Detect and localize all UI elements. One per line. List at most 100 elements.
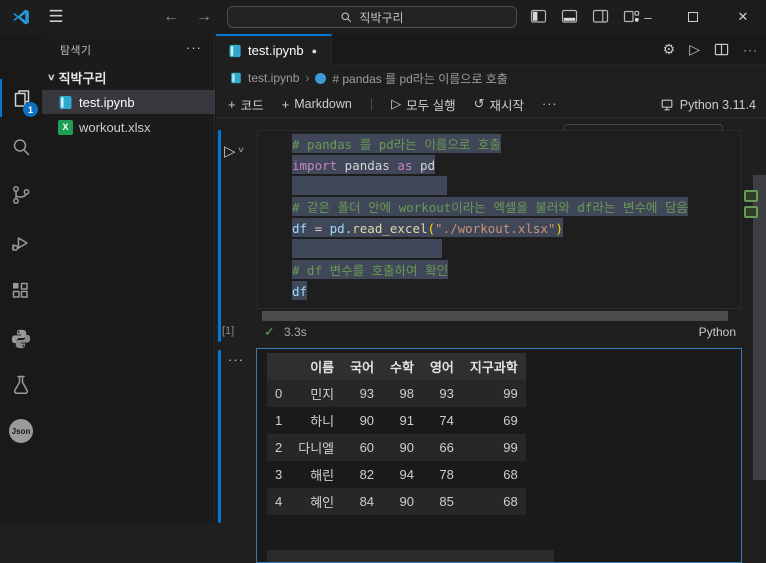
code-line[interactable]: # df 변수를 호출하여 확인 bbox=[258, 260, 740, 281]
table-row: 3해린82947868 bbox=[267, 461, 526, 488]
table-cell: 85 bbox=[422, 488, 462, 515]
source-control-icon[interactable] bbox=[0, 174, 42, 216]
table-cell: 68 bbox=[462, 488, 526, 515]
file-item-test-ipynb[interactable]: test.ipynb bbox=[42, 90, 215, 114]
file-name: workout.xlsx bbox=[79, 120, 151, 135]
code-token: as bbox=[397, 158, 412, 173]
run-editor-icon[interactable]: ▷ bbox=[689, 41, 700, 58]
table-cell: 94 bbox=[382, 461, 422, 488]
code-token: # df 변수를 호출하여 확인 bbox=[292, 263, 448, 278]
python-extension-icon[interactable] bbox=[0, 318, 42, 360]
code-token: ( bbox=[428, 221, 436, 236]
code-token: df bbox=[292, 284, 307, 299]
row-index: 4 bbox=[267, 488, 290, 515]
column-header: 국어 bbox=[342, 353, 382, 380]
menu-icon[interactable]: ☰ bbox=[45, 7, 67, 27]
run-all-button[interactable]: ▷ 모두 실행 bbox=[391, 95, 455, 114]
table-cell: 82 bbox=[342, 461, 382, 488]
table-cell: 99 bbox=[462, 434, 526, 461]
file-item-workout-xlsx[interactable]: X workout.xlsx bbox=[42, 115, 215, 139]
kernel-picker[interactable]: Python 3.11.4 bbox=[660, 91, 756, 118]
code-line[interactable]: # 같은 폴더 안에 workout이라는 엑셀을 불러와 df라는 변수에 담… bbox=[258, 197, 740, 218]
toggle-primary-sidebar-icon[interactable] bbox=[530, 8, 547, 25]
run-cell-button[interactable]: ▷ ∨ bbox=[224, 142, 243, 160]
folder-root[interactable]: ∨ 직박구리 bbox=[42, 66, 215, 89]
table-cell: 90 bbox=[382, 488, 422, 515]
code-line[interactable] bbox=[258, 239, 740, 260]
explorer-icon[interactable]: 1 bbox=[0, 78, 42, 120]
code-line[interactable]: df = pd.read_excel("./workout.xlsx") bbox=[258, 218, 740, 239]
vertical-scrollbar[interactable] bbox=[753, 175, 766, 480]
chevron-down-icon: ∨ bbox=[47, 72, 56, 83]
overview-ruler-marker bbox=[744, 206, 758, 218]
table-cell: 74 bbox=[422, 407, 462, 434]
table-cell: 민지 bbox=[290, 380, 342, 407]
partial-table-row bbox=[267, 550, 554, 563]
folder-name: 직박구리 bbox=[59, 68, 107, 87]
editor-group: test.ipynb ● ⚙ ▷ ··· test.ipynb › # pand… bbox=[216, 34, 766, 523]
success-check-icon: ✓ bbox=[264, 324, 275, 340]
cell-status-bar: [1] ✓ 3.3s Python bbox=[216, 322, 766, 344]
minimize-button[interactable]: – bbox=[626, 0, 670, 34]
row-index: 2 bbox=[267, 434, 290, 461]
code-token: # pandas 를 pd라는 이름으로 호출 bbox=[292, 137, 501, 152]
run-cell-icon: ▷ bbox=[224, 142, 236, 160]
run-debug-icon[interactable] bbox=[0, 222, 42, 264]
maximize-button[interactable] bbox=[671, 0, 715, 34]
code-line[interactable]: df bbox=[258, 281, 740, 302]
vscode-logo-icon bbox=[11, 7, 31, 27]
restart-kernel-button[interactable]: ↺ 재시작 bbox=[474, 95, 524, 114]
add-markdown-cell-button[interactable]: + Markdown bbox=[282, 97, 352, 112]
column-header: 지구과학 bbox=[462, 353, 526, 380]
toggle-secondary-sidebar-icon[interactable] bbox=[592, 8, 609, 25]
extensions-icon[interactable] bbox=[0, 270, 42, 312]
excel-file-icon: X bbox=[58, 120, 73, 135]
output-focus-indicator bbox=[218, 350, 221, 523]
toggle-panel-icon[interactable] bbox=[561, 8, 578, 25]
row-index: 3 bbox=[267, 461, 290, 488]
explorer-sidebar: 탐색기 ··· ∨ 직박구리 test.ipynb X workout.xlsx bbox=[42, 34, 215, 523]
activity-bar: 1 bbox=[0, 34, 42, 523]
tab-bar: test.ipynb ● ⚙ ▷ ··· bbox=[216, 34, 766, 65]
row-index: 0 bbox=[267, 380, 290, 407]
nav-forward-icon[interactable]: → bbox=[193, 6, 215, 28]
toolbar-more-actions-icon[interactable]: ··· bbox=[542, 97, 558, 111]
column-header: 수학 bbox=[382, 353, 422, 380]
cell-code-editor[interactable]: # pandas 를 pd라는 이름으로 호출 import pandas as … bbox=[257, 130, 741, 309]
cell-output: 이름국어수학영어지구과학0민지939893991하니909174692다니엘60… bbox=[256, 348, 742, 563]
search-text: 직박구리 bbox=[359, 9, 403, 26]
nav-back-icon[interactable]: ← bbox=[160, 6, 182, 28]
code-line[interactable]: # pandas 를 pd라는 이름으로 호출 bbox=[258, 134, 740, 155]
code-line[interactable] bbox=[258, 176, 740, 197]
test-flask-icon[interactable] bbox=[0, 364, 42, 406]
table-cell: 84 bbox=[342, 488, 382, 515]
breadcrumb-separator: › bbox=[305, 71, 309, 85]
close-button[interactable]: ✕ bbox=[721, 0, 765, 34]
code-token: read_excel bbox=[352, 221, 427, 236]
overview-ruler-marker bbox=[744, 190, 758, 202]
code-line[interactable]: import pandas as pd bbox=[258, 155, 740, 176]
dirty-indicator-icon[interactable]: ● bbox=[312, 46, 317, 56]
table-cell: 93 bbox=[342, 380, 382, 407]
settings-gear-icon[interactable]: ⚙ bbox=[663, 41, 676, 58]
table-cell: 93 bbox=[422, 380, 462, 407]
sidebar-more-actions-icon[interactable]: ··· bbox=[186, 40, 202, 55]
table-cell: 66 bbox=[422, 434, 462, 461]
split-editor-icon[interactable] bbox=[714, 42, 729, 57]
command-center-search[interactable]: 직박구리 bbox=[227, 6, 517, 28]
breadcrumb-cell[interactable]: # pandas 를 pd라는 이름으로 호출 bbox=[332, 70, 507, 87]
tab-test-ipynb[interactable]: test.ipynb ● bbox=[216, 34, 332, 65]
json-extension-icon[interactable]: Json bbox=[0, 410, 42, 452]
editor-more-actions-icon[interactable]: ··· bbox=[743, 43, 758, 57]
horizontal-scrollbar[interactable] bbox=[262, 311, 728, 321]
search-view-icon[interactable] bbox=[0, 126, 42, 168]
kernel-icon bbox=[660, 98, 674, 112]
table-row: 0민지93989399 bbox=[267, 380, 526, 407]
cell-language-label[interactable]: Python bbox=[699, 325, 736, 339]
add-code-cell-button[interactable]: + 코드 bbox=[228, 95, 264, 114]
breadcrumb-file[interactable]: test.ipynb bbox=[248, 71, 299, 85]
toolbar-divider: | bbox=[370, 97, 373, 111]
code-token: pandas bbox=[337, 158, 397, 173]
output-more-actions-icon[interactable]: ··· bbox=[228, 352, 244, 367]
code-token bbox=[307, 221, 315, 236]
